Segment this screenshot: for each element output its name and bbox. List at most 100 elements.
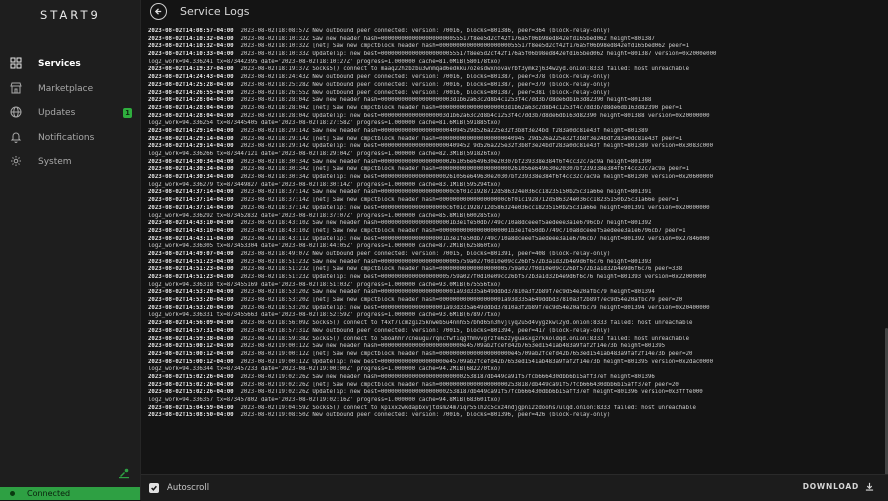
bell-icon [10, 131, 24, 145]
log-line: log2_work=94.336344 tx=873457233 date='2… [148, 366, 885, 374]
log-message: 2023-08-02T18:30:34Z UpdateTip: new best… [240, 174, 714, 181]
log-line: log2_work=94.336357 tx=873457802 date='2… [148, 397, 885, 405]
log-message: 2023-08-02T18:30:34Z Saw new header hash… [240, 158, 652, 165]
log-timestamp: 2023-08-02T14:28:04-04:00 [148, 112, 234, 119]
autoscroll-checkbox[interactable] [149, 483, 159, 493]
log-timestamp: 2023-08-02T14:53:20-04:00 [148, 304, 234, 311]
log-message: 2023-08-02T18:43:10Z [net] Saw new cmpct… [240, 227, 686, 234]
log-line: log2_work=94.336318 tx=873455169 date='2… [148, 282, 885, 290]
log-line: 2023-08-02T15:04:59-04:00 2023-08-02T19:… [148, 405, 885, 413]
log-line: 2023-08-02T14:51:23-04:00 2023-08-02T18:… [148, 274, 885, 282]
sidebar-item-marketplace[interactable]: Marketplace [0, 77, 140, 102]
gear-icon [10, 155, 24, 169]
log-message: 2023-08-02T18:29:14Z UpdateTip: new best… [240, 143, 714, 150]
log-message: 2023-08-02T18:57:31Z New outbound peer c… [240, 327, 611, 334]
log-timestamp: 2023-08-02T14:59:38-04:00 [148, 335, 234, 342]
log-timestamp: 2023-08-02T15:08:50-04:00 [148, 412, 234, 419]
log-message: 2023-08-02T19:00:12Z UpdateTip: new best… [240, 358, 714, 365]
sidebar-item-label: Services [38, 59, 81, 70]
log-line: 2023-08-02T14:24:43-04:00 2023-08-02T18:… [148, 74, 885, 82]
log-timestamp: 2023-08-02T14:08:57-04:00 [148, 28, 234, 34]
log-line: 2023-08-02T14:51:23-04:00 2023-08-02T18:… [148, 266, 885, 274]
log-line: 2023-08-02T15:02:26-04:00 2023-08-02T19:… [148, 382, 885, 390]
log-scrollbar[interactable] [884, 28, 888, 488]
log-line: 2023-08-02T14:37:14-04:00 2023-08-02T18:… [148, 197, 885, 205]
log-timestamp: 2023-08-02T15:00:12-04:00 [148, 350, 234, 357]
log-line: 2023-08-02T14:57:31-04:00 2023-08-02T18:… [148, 328, 885, 336]
log-line: log2_work=94.336331 tx=873455663 date='2… [148, 312, 885, 320]
log-line: 2023-08-02T14:30:34-04:00 2023-08-02T18:… [148, 166, 885, 174]
sidebar-item-updates[interactable]: Updates 1 [0, 101, 140, 126]
log-message: log2_work=94.336254 tx=873445405 date='2… [148, 120, 501, 127]
log-timestamp: 2023-08-02T15:02:26-04:00 [148, 381, 234, 388]
log-timestamp: 2023-08-02T14:10:32-04:00 [148, 43, 234, 50]
updates-count-badge: 1 [123, 108, 132, 118]
log-message: log2_work=94.336305 tx=873453304 date='2… [148, 243, 501, 250]
back-button[interactable] [150, 3, 167, 20]
sidebar-item-label: System [38, 157, 72, 168]
arrow-left-icon [154, 8, 162, 15]
log-output[interactable]: 2023-08-02T14:08:57-04:00 2023-08-02T18:… [148, 28, 885, 469]
log-line: 2023-08-02T15:00:12-04:00 2023-08-02T19:… [148, 343, 885, 351]
log-timestamp: 2023-08-02T14:51:23-04:00 [148, 266, 234, 273]
log-message: 2023-08-02T18:24:43Z New outbound peer c… [240, 74, 611, 81]
log-message: log2_work=94.336279 tx=873449827 date='2… [148, 181, 501, 188]
log-line: 2023-08-02T15:00:12-04:00 2023-08-02T19:… [148, 359, 885, 367]
log-message: 2023-08-02T18:51:23Z UpdateTip: new best… [240, 274, 707, 280]
log-line: log2_work=94.336254 tx=873445405 date='2… [148, 120, 885, 128]
sidebar-item-label: Marketplace [38, 83, 94, 94]
log-message: 2023-08-02T18:56:09Z Socks5() connect to… [240, 320, 693, 327]
log-line: 2023-08-02T14:30:34-04:00 2023-08-02T18:… [148, 174, 885, 182]
log-message: 2023-08-02T18:37:14Z Saw new header hash… [240, 189, 652, 196]
log-message: log2_work=94.336266 tx=873447121 date='2… [148, 151, 501, 157]
log-line: 2023-08-02T15:02:26-04:00 2023-08-02T19:… [148, 374, 885, 382]
log-line: 2023-08-02T14:26:55-04:00 2023-08-02T18:… [148, 90, 885, 98]
log-timestamp: 2023-08-02T14:30:34-04:00 [148, 166, 234, 173]
log-timestamp: 2023-08-02T14:37:14-04:00 [148, 197, 234, 204]
log-timestamp: 2023-08-02T14:43:10-04:00 [148, 220, 234, 227]
log-message: 2023-08-02T18:10:32Z Saw new header hash… [240, 35, 655, 42]
log-message: log2_work=94.336318 tx=873455169 date='2… [148, 281, 501, 288]
log-timestamp: 2023-08-02T15:00:12-04:00 [148, 358, 234, 365]
log-line: 2023-08-02T14:29:14-04:00 2023-08-02T18:… [148, 143, 885, 151]
log-message: 2023-08-02T18:51:23Z Saw new header hash… [240, 258, 652, 265]
log-line: 2023-08-02T14:10:33-04:00 2023-08-02T18:… [148, 51, 885, 59]
log-message: 2023-08-02T19:02:26Z Saw new header hash… [240, 373, 655, 380]
log-message: log2_work=94.336241 tx=873442395 date='2… [148, 58, 501, 65]
log-line: 2023-08-02T14:37:14-04:00 2023-08-02T18:… [148, 205, 885, 213]
log-message: 2023-08-02T18:26:55Z New outbound peer c… [240, 89, 611, 96]
log-message: 2023-08-02T18:28:04Z [net] Saw new cmpct… [240, 104, 683, 111]
log-line: 2023-08-02T15:00:12-04:00 2023-08-02T19:… [148, 351, 885, 359]
log-timestamp: 2023-08-02T14:29:14-04:00 [148, 135, 234, 142]
log-line: log2_work=94.336305 tx=873453304 date='2… [148, 243, 885, 251]
log-timestamp: 2023-08-02T15:02:26-04:00 [148, 373, 234, 380]
log-line: 2023-08-02T14:28:04-04:00 2023-08-02T18:… [148, 97, 885, 105]
log-message: 2023-08-02T18:37:14Z [net] Saw new cmpct… [240, 197, 679, 204]
log-line: 2023-08-02T15:02:26-04:00 2023-08-02T19:… [148, 389, 885, 397]
sidebar-item-services[interactable]: Services [0, 52, 140, 77]
log-message: log2_work=94.336292 tx=873452832 date='2… [148, 212, 501, 219]
log-message: 2023-08-02T19:00:12Z [net] Saw new cmpct… [240, 350, 693, 357]
log-message: 2023-08-02T18:10:32Z [net] Saw new cmpct… [240, 43, 690, 50]
log-line: 2023-08-02T14:28:04-04:00 2023-08-02T18:… [148, 105, 885, 113]
start9-logo[interactable]: START9 [40, 8, 98, 22]
connection-status-bar: Connected [0, 487, 140, 500]
log-timestamp: 2023-08-02T14:37:14-04:00 [148, 204, 234, 211]
log-message: 2023-08-02T18:43:10Z Saw new header hash… [240, 220, 652, 227]
log-message: 2023-08-02T19:00:12Z Saw new header hash… [240, 343, 666, 350]
download-button[interactable]: DOWNLOAD [803, 482, 874, 491]
log-line: log2_work=94.336292 tx=873452832 date='2… [148, 213, 885, 221]
log-line: 2023-08-02T14:29:14-04:00 2023-08-02T18:… [148, 128, 885, 136]
log-message: 2023-08-02T18:25:28Z New outbound peer c… [240, 81, 611, 88]
log-timestamp: 2023-08-02T15:00:12-04:00 [148, 343, 234, 350]
log-line: 2023-08-02T14:10:32-04:00 2023-08-02T18:… [148, 36, 885, 44]
status-dot-icon [10, 491, 15, 496]
log-message: 2023-08-02T18:29:14Z [net] Saw new cmpct… [240, 135, 683, 142]
log-line: 2023-08-02T14:10:32-04:00 2023-08-02T18:… [148, 43, 885, 51]
log-line: 2023-08-02T14:56:09-04:00 2023-08-02T18:… [148, 320, 885, 328]
log-timestamp: 2023-08-02T15:02:26-04:00 [148, 389, 234, 396]
sidebar-item-system[interactable]: System [0, 150, 140, 175]
log-timestamp: 2023-08-02T14:28:04-04:00 [148, 97, 234, 104]
sidebar-item-notifications[interactable]: Notifications [0, 126, 140, 151]
log-timestamp: 2023-08-02T15:04:59-04:00 [148, 404, 234, 411]
